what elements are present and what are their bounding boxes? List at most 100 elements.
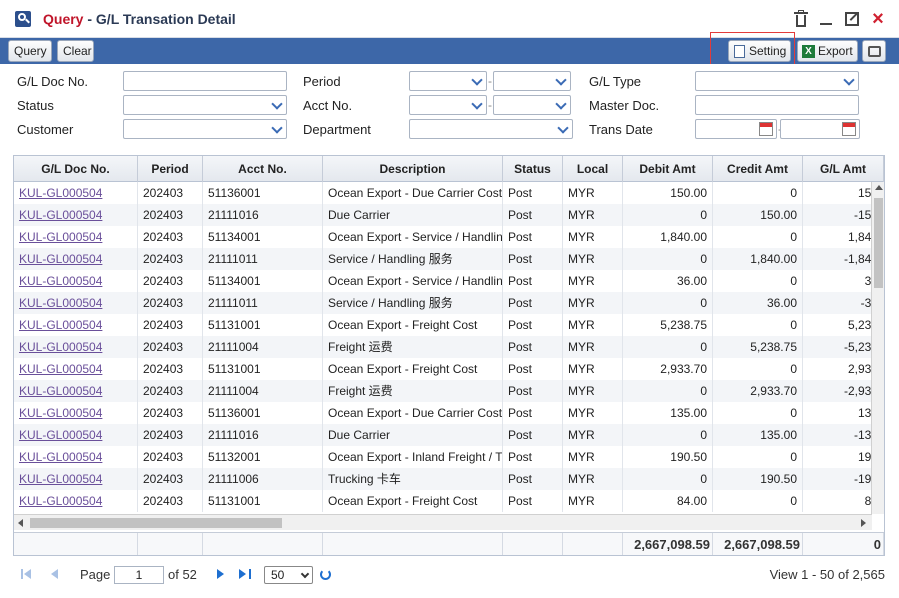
column-header-gl-amt[interactable]: G/L Amt [803,156,884,182]
cell-local: MYR [563,468,623,490]
gl-doc-link[interactable]: KUL-GL000504 [14,226,138,248]
total-cell-gl-amt: 0 [803,533,884,555]
department-select[interactable] [409,119,573,139]
gl-doc-link[interactable]: KUL-GL000504 [14,336,138,358]
cell-status: Post [503,490,563,512]
horizontal-scroll-thumb[interactable] [30,518,282,528]
column-header-local[interactable]: Local [563,156,623,182]
cell-acct-no: 51131001 [203,358,323,380]
cell-gl-amt: -150 [803,204,872,226]
column-header-credit-amt[interactable]: Credit Amt [713,156,803,182]
first-page-icon[interactable] [21,569,33,581]
cell-acct-no: 51131001 [203,314,323,336]
gl-doc-link[interactable]: KUL-GL000504 [14,292,138,314]
column-header-acct-no[interactable]: Acct No. [203,156,323,182]
gl-doc-link[interactable]: KUL-GL000504 [14,204,138,226]
gl-doc-link[interactable]: KUL-GL000504 [14,490,138,512]
vertical-scroll-thumb[interactable] [874,198,883,288]
table-row[interactable]: KUL-GL000504 202403 21111011 Service / Hand… [14,248,872,270]
prev-page-icon[interactable] [51,569,63,581]
gl-doc-link[interactable]: KUL-GL000504 [14,270,138,292]
cell-period: 202403 [138,358,203,380]
column-header-debit-amt[interactable]: Debit Amt [623,156,713,182]
scroll-up-icon[interactable] [875,185,883,190]
total-cell-gl-doc-no [14,533,138,555]
minimize-icon[interactable] [817,10,835,28]
customer-label: Customer [17,122,74,137]
export-button[interactable]: X Export [797,40,858,62]
acct-from-select[interactable] [409,95,487,115]
table-row[interactable]: KUL-GL000504 202403 51132001 Ocean Export -… [14,446,872,468]
cell-local: MYR [563,204,623,226]
gl-doc-link[interactable]: KUL-GL000504 [14,446,138,468]
cell-status: Post [503,204,563,226]
refresh-icon[interactable] [320,569,331,580]
table-row[interactable]: KUL-GL000504 202403 51131001 Ocean Export -… [14,358,872,380]
master-doc-label: Master Doc. [589,98,660,113]
table-row[interactable]: KUL-GL000504 202403 21111004 Freight 运费 Post… [14,336,872,358]
table-row[interactable]: KUL-GL000504 202403 21111016 Due Carrier Pos… [14,204,872,226]
page-number-input[interactable]: 1 [114,566,164,584]
gl-doc-link[interactable]: KUL-GL000504 [14,402,138,424]
customer-select[interactable] [123,119,287,139]
gl-doc-link[interactable]: KUL-GL000504 [14,182,138,204]
title-separator: - [83,11,96,27]
table-row[interactable]: KUL-GL000504 202403 21111011 Service / Hand… [14,292,872,314]
query-button[interactable]: Query [8,40,52,62]
calendar-icon[interactable] [759,122,773,136]
vertical-scrollbar[interactable] [871,182,884,514]
cell-debit-amt: 2,933.70 [623,358,713,380]
cell-local: MYR [563,226,623,248]
cell-local: MYR [563,380,623,402]
table-row[interactable]: KUL-GL000504 202403 51136001 Ocean Export -… [14,182,872,204]
gl-doc-link[interactable]: KUL-GL000504 [14,358,138,380]
query-app-icon [15,11,31,27]
gl-doc-no-input[interactable] [123,71,287,91]
acct-to-select[interactable] [493,95,571,115]
gl-doc-link[interactable]: KUL-GL000504 [14,468,138,490]
column-header-period[interactable]: Period [138,156,203,182]
last-page-icon[interactable] [239,569,251,581]
trash-icon[interactable] [792,10,810,28]
table-row[interactable]: KUL-GL000504 202403 21111004 Freight 运费 Post… [14,380,872,402]
gl-doc-link[interactable]: KUL-GL000504 [14,248,138,270]
table-row[interactable]: KUL-GL000504 202403 51134001 Ocean Export -… [14,270,872,292]
column-header-status[interactable]: Status [503,156,563,182]
status-select[interactable] [123,95,287,115]
scroll-right-icon[interactable] [861,519,866,527]
table-row[interactable]: KUL-GL000504 202403 51134001 Ocean Export -… [14,226,872,248]
window-title: Query - G/L Transation Detail [43,11,236,27]
period-to-select[interactable] [493,71,571,91]
cell-description: Service / Handling 服务 [323,248,503,270]
trans-date-from-input[interactable] [695,119,777,139]
clear-button[interactable]: Clear [57,40,94,62]
maximize-icon[interactable] [843,10,861,28]
gl-doc-link[interactable]: KUL-GL000504 [14,424,138,446]
gl-type-select[interactable] [695,71,859,91]
table-row[interactable]: KUL-GL000504 202403 21111006 Trucking 卡车 Pos… [14,468,872,490]
total-cell-acct-no [203,533,323,555]
gl-doc-no-label: G/L Doc No. [17,74,89,89]
master-doc-input[interactable] [695,95,859,115]
trans-date-to-input[interactable] [780,119,860,139]
cell-credit-amt: 0 [713,402,803,424]
chevron-down-icon [270,122,284,136]
table-row[interactable]: KUL-GL000504 202403 51131001 Ocean Export -… [14,314,872,336]
table-row[interactable]: KUL-GL000504 202403 21111016 Due Carrier Pos… [14,424,872,446]
gl-doc-link[interactable]: KUL-GL000504 [14,380,138,402]
gl-doc-link[interactable]: KUL-GL000504 [14,314,138,336]
cell-acct-no: 21111011 [203,292,323,314]
cell-acct-no: 51131001 [203,490,323,512]
period-from-select[interactable] [409,71,487,91]
close-icon[interactable]: × [869,9,887,29]
page-size-select[interactable]: 50 [264,566,313,584]
horizontal-scrollbar[interactable] [14,514,872,530]
table-row[interactable]: KUL-GL000504 202403 51131001 Ocean Export -… [14,490,872,512]
next-page-icon[interactable] [217,569,229,581]
calendar-icon[interactable] [842,122,856,136]
column-header-gl-doc-no[interactable]: G/L Doc No. [14,156,138,182]
scroll-left-icon[interactable] [18,519,23,527]
print-button[interactable] [862,40,886,62]
column-header-description[interactable]: Description [323,156,503,182]
table-row[interactable]: KUL-GL000504 202403 51136001 Ocean Export -… [14,402,872,424]
